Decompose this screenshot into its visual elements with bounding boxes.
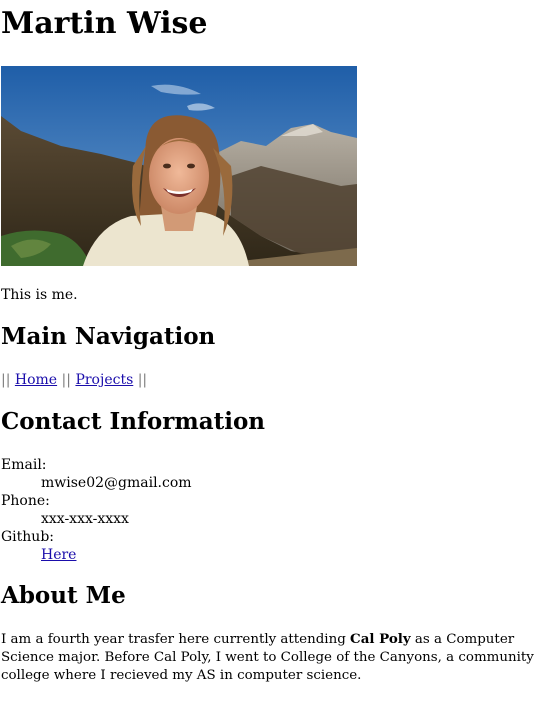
nav-link-home[interactable]: Home xyxy=(15,372,57,388)
page-title: Martin Wise xyxy=(1,6,208,41)
nav-separator: || xyxy=(1,372,11,388)
contact-list: Email: mwise02@gmail.com Phone: xxx-xxx-… xyxy=(1,456,541,564)
about-me-heading: About Me xyxy=(1,582,126,609)
email-value: mwise02@gmail.com xyxy=(41,475,192,491)
about-me-text: I am a fourth year trasfer here currentl… xyxy=(1,630,554,685)
photo-caption: This is me. xyxy=(1,287,78,303)
main-navigation: || Home || Projects || xyxy=(1,371,147,389)
phone-value: xxx-xxx-xxxx xyxy=(41,511,129,527)
nav-separator: || xyxy=(137,372,148,388)
email-label: Email: xyxy=(1,457,47,473)
nav-link-projects[interactable]: Projects xyxy=(75,372,133,388)
phone-label: Phone: xyxy=(1,493,50,509)
main-navigation-heading: Main Navigation xyxy=(1,323,216,350)
page: Martin Wise This is me. Main Navigation … xyxy=(0,0,556,702)
github-value: Here xyxy=(41,546,541,564)
school-name: Cal Poly xyxy=(350,631,411,647)
about-text-start: I am a fourth year trasfer here currentl… xyxy=(1,632,351,647)
github-label: Github: xyxy=(1,529,54,545)
github-link[interactable]: Here xyxy=(41,547,76,563)
contact-information-heading: Contact Information xyxy=(1,408,266,435)
profile-photo xyxy=(1,66,357,266)
nav-separator: || xyxy=(61,372,71,388)
